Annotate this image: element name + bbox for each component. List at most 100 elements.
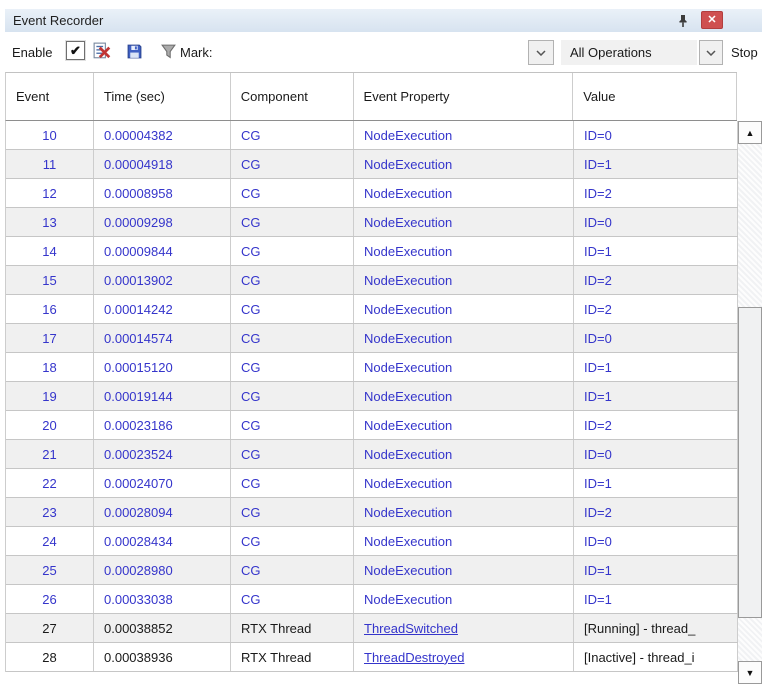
pin-icon[interactable] [673, 11, 693, 30]
table-row[interactable]: 110.00004918CGNodeExecutionID=1 [6, 150, 738, 179]
cell-component: CG [231, 295, 354, 323]
cell-event: 27 [6, 614, 94, 642]
table-body: 100.00004382CGNodeExecutionID=0110.00004… [5, 121, 738, 672]
cell-value: ID=1 [574, 585, 738, 613]
column-header-component[interactable]: Component [231, 73, 354, 120]
cell-component: RTX Thread [231, 614, 354, 642]
cell-event: 10 [6, 121, 94, 149]
mark-input[interactable] [223, 40, 526, 65]
cell-property: NodeExecution [354, 179, 574, 207]
cell-property: NodeExecution [354, 498, 574, 526]
pin-glyph [677, 14, 689, 28]
table-row[interactable]: 270.00038852RTX ThreadThreadSwitched[Run… [6, 614, 738, 643]
operations-dropdown-button[interactable] [699, 40, 723, 65]
table-row[interactable]: 130.00009298CGNodeExecutionID=0 [6, 208, 738, 237]
cell-component: RTX Thread [231, 643, 354, 671]
cell-event: 23 [6, 498, 94, 526]
cell-component: CG [231, 208, 354, 236]
cell-value: ID=2 [574, 295, 738, 323]
cell-value: ID=1 [574, 469, 738, 497]
table-row[interactable]: 240.00028434CGNodeExecutionID=0 [6, 527, 738, 556]
save-button[interactable] [124, 41, 144, 61]
table-row[interactable]: 180.00015120CGNodeExecutionID=1 [6, 353, 738, 382]
cell-value: ID=1 [574, 556, 738, 584]
table-row[interactable]: 260.00033038CGNodeExecutionID=1 [6, 585, 738, 614]
cell-component: CG [231, 121, 354, 149]
cell-time: 0.00033038 [94, 585, 231, 613]
table-row[interactable]: 190.00019144CGNodeExecutionID=1 [6, 382, 738, 411]
table-row[interactable]: 250.00028980CGNodeExecutionID=1 [6, 556, 738, 585]
clear-events-icon [93, 42, 111, 60]
vertical-scrollbar[interactable]: ▲ ▼ [738, 121, 762, 684]
cell-event: 17 [6, 324, 94, 352]
filter-button[interactable] [158, 41, 178, 61]
column-header-value[interactable]: Value [573, 73, 737, 120]
stop-label[interactable]: Stop [731, 45, 762, 60]
cell-component: CG [231, 353, 354, 381]
scrollbar-thumb[interactable] [738, 307, 762, 618]
table-row[interactable]: 100.00004382CGNodeExecutionID=0 [6, 121, 738, 150]
close-icon[interactable]: ✕ [701, 11, 723, 29]
cell-time: 0.00008958 [94, 179, 231, 207]
cell-component: CG [231, 150, 354, 178]
save-icon [126, 43, 143, 60]
scroll-up-button[interactable]: ▲ [738, 121, 762, 144]
cell-property: NodeExecution [354, 585, 574, 613]
cell-value: [Inactive] - thread_i [574, 643, 738, 671]
cell-event: 21 [6, 440, 94, 468]
cell-component: CG [231, 556, 354, 584]
table-row[interactable]: 230.00028094CGNodeExecutionID=2 [6, 498, 738, 527]
cell-time: 0.00023186 [94, 411, 231, 439]
table-row[interactable]: 210.00023524CGNodeExecutionID=0 [6, 440, 738, 469]
cell-component: CG [231, 324, 354, 352]
cell-property: NodeExecution [354, 295, 574, 323]
column-header-event-property[interactable]: Event Property [354, 73, 574, 120]
cell-value: ID=0 [574, 208, 738, 236]
operations-dropdown-value: All Operations [570, 45, 652, 60]
table-row[interactable]: 140.00009844CGNodeExecutionID=1 [6, 237, 738, 266]
mark-dropdown-button[interactable] [528, 40, 554, 65]
cell-component: CG [231, 266, 354, 294]
cell-value: ID=1 [574, 150, 738, 178]
table-header: Event Time (sec) Component Event Propert… [5, 72, 737, 121]
cell-event: 28 [6, 643, 94, 671]
cell-time: 0.00024070 [94, 469, 231, 497]
cell-property: ThreadDestroyed [354, 643, 574, 671]
cell-component: CG [231, 469, 354, 497]
table-row[interactable]: 160.00014242CGNodeExecutionID=2 [6, 295, 738, 324]
cell-event: 18 [6, 353, 94, 381]
cell-event: 15 [6, 266, 94, 294]
toolbar: Enable ✔ Mark: All Operatio [0, 32, 762, 72]
cell-value: [Running] - thread_ [574, 614, 738, 642]
table-row[interactable]: 120.00008958CGNodeExecutionID=2 [6, 179, 738, 208]
table-row[interactable]: 220.00024070CGNodeExecutionID=1 [6, 469, 738, 498]
cell-event: 11 [6, 150, 94, 178]
table-row[interactable]: 280.00038936RTX ThreadThreadDestroyed[In… [6, 643, 738, 672]
event-property-link[interactable]: ThreadDestroyed [364, 650, 464, 665]
panel-titlebar[interactable]: Event Recorder ✕ [5, 9, 762, 32]
event-property-link[interactable]: ThreadSwitched [364, 621, 458, 636]
cell-property: NodeExecution [354, 237, 574, 265]
cell-component: CG [231, 237, 354, 265]
cell-event: 19 [6, 382, 94, 410]
clear-events-button[interactable] [92, 41, 112, 61]
cell-time: 0.00028980 [94, 556, 231, 584]
table-row[interactable]: 200.00023186CGNodeExecutionID=2 [6, 411, 738, 440]
column-header-time[interactable]: Time (sec) [94, 73, 231, 120]
cell-property: NodeExecution [354, 324, 574, 352]
table-row[interactable]: 150.00013902CGNodeExecutionID=2 [6, 266, 738, 295]
scroll-up-icon: ▲ [746, 128, 755, 138]
cell-property: NodeExecution [354, 469, 574, 497]
cell-component: CG [231, 498, 354, 526]
enable-checkbox[interactable]: ✔ [66, 41, 85, 60]
column-header-event[interactable]: Event [6, 73, 94, 120]
cell-component: CG [231, 585, 354, 613]
cell-time: 0.00009844 [94, 237, 231, 265]
table-row[interactable]: 170.00014574CGNodeExecutionID=0 [6, 324, 738, 353]
cell-value: ID=1 [574, 353, 738, 381]
operations-dropdown[interactable]: All Operations [561, 40, 697, 65]
panel-title: Event Recorder [13, 13, 103, 28]
scroll-down-button[interactable]: ▼ [738, 661, 762, 684]
cell-time: 0.00019144 [94, 382, 231, 410]
cell-time: 0.00014574 [94, 324, 231, 352]
